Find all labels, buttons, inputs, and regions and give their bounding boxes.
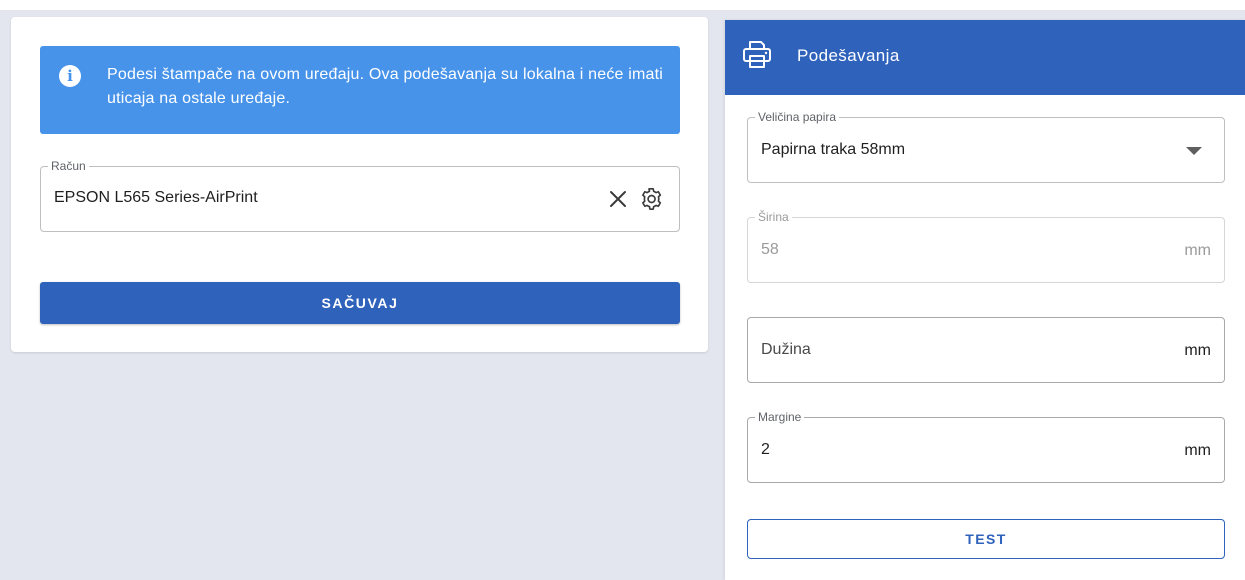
settings-title: Podešavanja [797,46,900,65]
settings-panel: Podešavanja Veličina papira Papirna trak… [725,20,1245,580]
settings-header: Podešavanja [725,20,1245,95]
receipt-printer-field[interactable]: Račun EPSON L565 Series-AirPrint [40,159,680,232]
width-value: 58 [761,241,779,258]
width-field: Širina 58 mm [747,210,1225,283]
receipt-printer-value: EPSON L565 Series-AirPrint [54,189,258,206]
dropdown-arrow-icon[interactable] [1186,147,1202,155]
length-unit: mm [1184,342,1211,359]
paper-size-value: Papirna traka 58mm [761,141,906,158]
paper-size-select[interactable]: Veličina papira Papirna traka 58mm [747,110,1225,183]
info-alert: i Podesi štampače na ovom uređaju. Ova p… [40,46,680,134]
gear-icon[interactable] [637,185,665,213]
receipt-printer-label: Račun [48,159,89,173]
top-strip [0,0,1245,10]
width-label: Širina [755,210,792,224]
save-button[interactable]: SAČUVAJ [40,282,680,324]
length-placeholder: Dužina [761,341,811,358]
info-alert-text: Podesi štampače na ovom uređaju. Ova pod… [107,66,664,107]
margins-unit: mm [1184,442,1211,459]
paper-size-label: Veličina papira [755,110,840,124]
printer-settings-card: i Podesi štampače na ovom uređaju. Ova p… [11,17,708,352]
width-unit: mm [1184,242,1211,259]
length-field[interactable]: Dužina mm [747,317,1225,383]
info-icon: i [59,65,81,87]
margins-field[interactable]: Margine 2 mm [747,410,1225,483]
margins-label: Margine [755,410,805,424]
test-button[interactable]: TEST [747,519,1225,559]
printer-icon [743,41,771,68]
close-icon[interactable] [607,188,629,210]
margins-value: 2 [761,441,770,458]
